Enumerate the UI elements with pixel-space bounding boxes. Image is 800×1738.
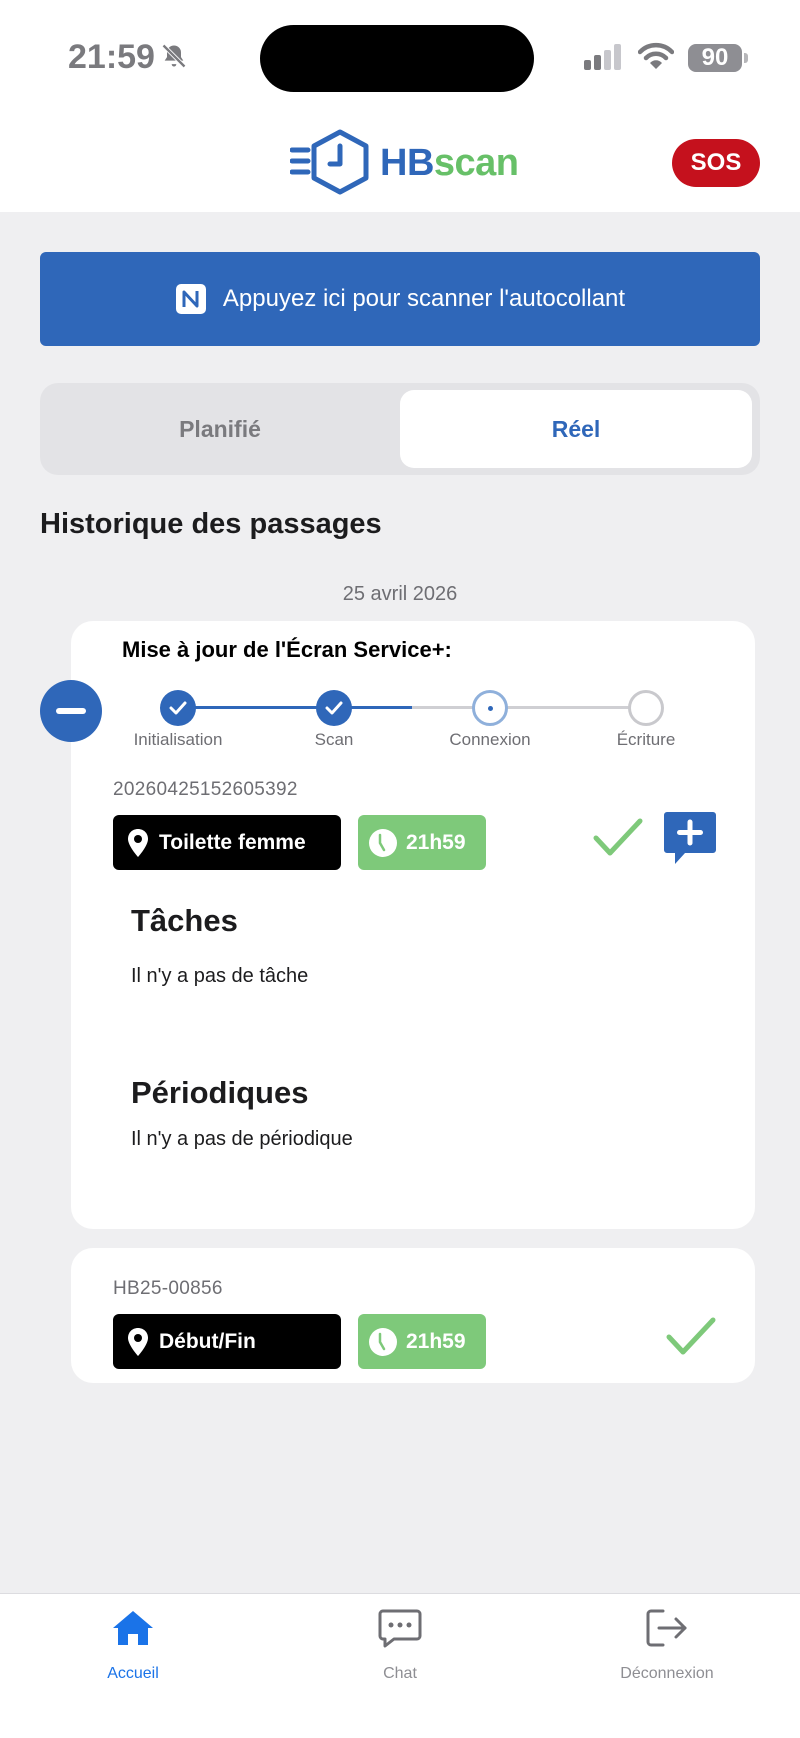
hbscan-logo-icon <box>290 129 369 195</box>
location-label: Début/Fin <box>159 1329 256 1353</box>
step-label: Écriture <box>616 730 676 749</box>
status-time: 21:59 <box>68 38 155 76</box>
stepper-line-pending <box>412 706 646 709</box>
time-badge: 21h59 <box>358 815 486 870</box>
tab-real[interactable]: Réel <box>400 390 752 468</box>
time-label: 21h59 <box>406 1329 466 1353</box>
time-label: 21h59 <box>406 830 466 854</box>
step-connexion-dot <box>472 690 508 726</box>
clock-icon <box>368 828 398 858</box>
check-icon <box>325 701 343 715</box>
mode-segmented-control: Planifié Réel <box>40 383 760 475</box>
bottom-tab-bar: Accueil Chat Déconnexion <box>0 1593 800 1738</box>
tab-planned[interactable]: Planifié <box>40 383 400 475</box>
step-ecriture-dot <box>628 690 664 726</box>
time-badge: 21h59 <box>358 1314 486 1369</box>
nfc-icon <box>175 283 207 315</box>
step-label: Connexion <box>449 730 531 749</box>
passage-reference: 20260425152605392 <box>113 779 298 800</box>
scan-sticker-label: Appuyez ici pour scanner l'autocollant <box>222 285 626 312</box>
dynamic-island <box>260 25 534 92</box>
location-pin-icon <box>127 1327 149 1357</box>
logo-text-scan: scan <box>433 141 519 184</box>
validated-check-icon <box>592 816 644 865</box>
location-label: Toilette femme <box>159 830 306 854</box>
tab-chat[interactable]: Chat <box>320 1608 480 1683</box>
collapse-button[interactable] <box>40 680 102 742</box>
step-scan-dot <box>316 690 352 726</box>
tab-logout-label: Déconnexion <box>620 1665 714 1682</box>
check-icon <box>169 701 187 715</box>
tab-home[interactable]: Accueil <box>53 1608 213 1683</box>
battery-tip <box>744 53 748 63</box>
validated-check-icon <box>665 1315 717 1364</box>
location-badge: Toilette femme <box>113 815 341 870</box>
wifi-icon <box>637 42 675 75</box>
chat-icon <box>378 1608 422 1653</box>
tab-home-label: Accueil <box>107 1665 159 1682</box>
tab-chat-label: Chat <box>383 1665 417 1682</box>
battery-icon: 90 <box>688 44 742 72</box>
bell-slash-icon <box>160 42 188 75</box>
scan-sticker-button[interactable]: Appuyez ici pour scanner l'autocollant <box>40 252 760 346</box>
sos-button[interactable]: SOS <box>672 139 760 187</box>
tab-logout[interactable]: Déconnexion <box>587 1608 747 1683</box>
update-heading: Mise à jour de l'Écran Service+: <box>122 637 452 662</box>
stepper-line-done <box>178 706 334 709</box>
periodic-title: Périodiques <box>131 1075 309 1110</box>
tasks-empty-text: Il n'y a pas de tâche <box>131 965 309 987</box>
step-label: Scan <box>314 730 354 749</box>
app-header: HB scan SOS <box>0 112 800 212</box>
signal-icon <box>584 44 624 75</box>
hbscan-logo: HB scan <box>290 128 519 198</box>
location-pin-icon <box>127 828 149 858</box>
home-icon <box>111 1608 155 1653</box>
add-comment-icon[interactable] <box>663 810 717 866</box>
step-label: Initialisation <box>133 730 223 749</box>
passage-reference: HB25-00856 <box>113 1278 223 1299</box>
location-badge: Début/Fin <box>113 1314 341 1369</box>
status-bar: 21:59 90 <box>0 0 800 112</box>
history-date: 25 avril 2026 <box>342 583 458 605</box>
logout-icon <box>645 1608 689 1653</box>
periodic-empty-text: Il n'y a pas de périodique <box>131 1128 353 1150</box>
step-initialisation-dot <box>160 690 196 726</box>
clock-icon <box>368 1327 398 1357</box>
tasks-title: Tâches <box>131 903 238 938</box>
history-title: Historique des passages <box>40 508 382 540</box>
logo-text-hb: HB <box>380 141 434 184</box>
